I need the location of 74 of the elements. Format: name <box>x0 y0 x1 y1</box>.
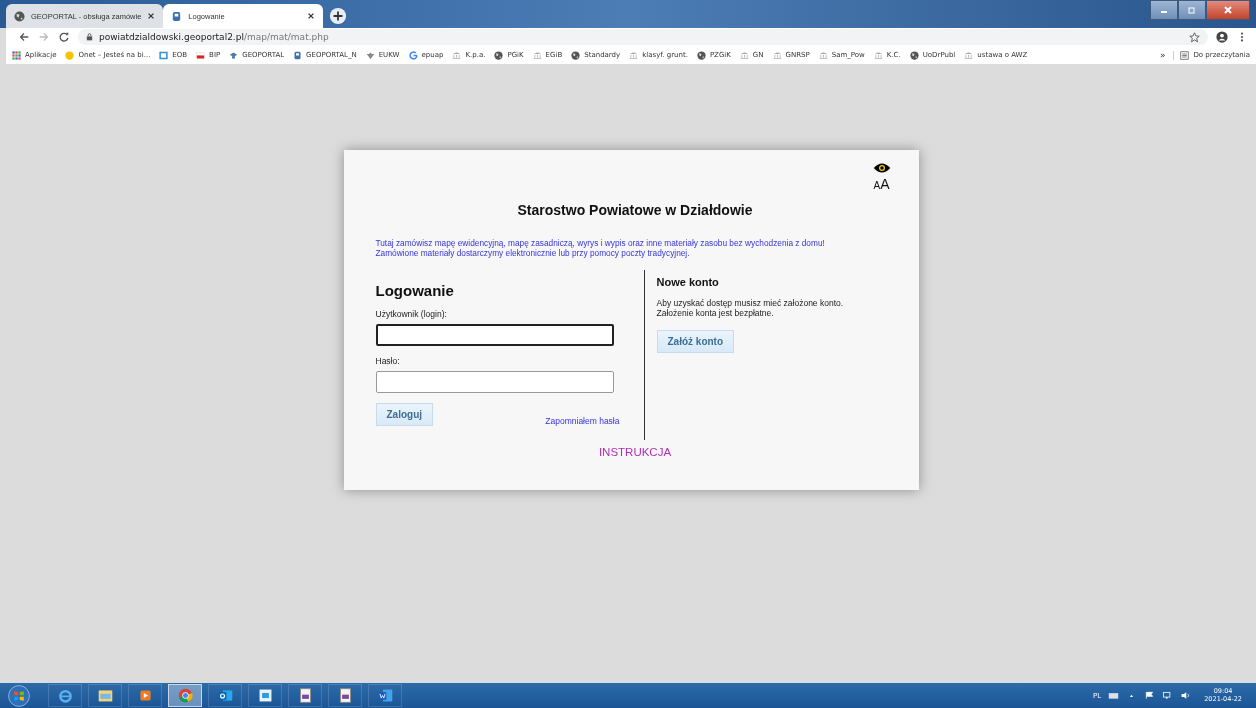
forgot-password-link[interactable]: Zapomniałem hasła <box>545 416 620 426</box>
close-icon[interactable] <box>147 12 156 20</box>
taskbar-app[interactable] <box>128 684 162 707</box>
network-icon[interactable] <box>1162 691 1174 700</box>
building-icon <box>818 50 828 60</box>
flag-icon[interactable] <box>1144 691 1156 700</box>
reload-icon[interactable] <box>58 31 70 43</box>
building-icon <box>772 50 782 60</box>
instructions-link[interactable]: INSTRUKCJA <box>598 446 672 458</box>
restore-button[interactable] <box>1178 0 1206 20</box>
profile-icon[interactable] <box>1216 31 1228 43</box>
url-text: powiatdzialdowski.geoportal2.pl/map/mat/mat.php <box>99 32 330 42</box>
w-logo-icon <box>376 687 394 704</box>
create-account-button[interactable]: Załóż konto <box>656 330 735 353</box>
eagle-icon <box>365 50 375 60</box>
building-icon <box>532 50 542 60</box>
square-icon <box>159 50 169 60</box>
lock-icon <box>86 33 93 41</box>
field-label: Użytkownik (login): <box>375 309 448 319</box>
close-icon[interactable] <box>307 12 316 20</box>
page-title: Starostwo Powiatowe w Działdowie <box>516 202 754 218</box>
speaker-icon[interactable] <box>1180 691 1192 700</box>
close-icon <box>1223 5 1233 15</box>
folder-icon <box>96 687 114 704</box>
building-icon <box>739 50 749 60</box>
browser-icon <box>176 687 194 704</box>
graduation-cap-icon <box>229 50 239 60</box>
register-text: Aby uzyskać dostęp musisz mieć założone konto. Założenie konta jest bezpłatne. <box>656 298 844 318</box>
mail-icon <box>216 687 234 704</box>
input-field[interactable] <box>375 371 614 393</box>
taskbar-app[interactable] <box>88 684 122 707</box>
eye-icon[interactable] <box>872 162 891 174</box>
address-field[interactable]: powiatdzialdowski.geoportal2.pl/map/mat/mat.php <box>78 29 1208 45</box>
register-heading: Nowe konto <box>656 276 720 288</box>
g-logo-icon <box>293 50 303 60</box>
g-letter-icon <box>408 50 418 60</box>
restore-icon <box>1187 5 1197 15</box>
font-size-toggle[interactable]: AA <box>873 176 890 192</box>
flag-icon <box>196 50 206 60</box>
close-window-button[interactable] <box>1206 0 1250 20</box>
e-logo-icon <box>56 687 74 704</box>
globe-icon <box>696 50 706 60</box>
login-button[interactable]: Zaloguj <box>375 403 434 426</box>
taskbar-app[interactable] <box>288 684 322 707</box>
building-icon <box>873 50 883 60</box>
globe-icon <box>571 50 581 60</box>
intro-text: Zamówione materiały dostarczymy elektronicznie lub przy pomocy poczty tradycyjnej. <box>375 248 691 258</box>
taskbar-app[interactable] <box>368 684 402 707</box>
minimize-button[interactable] <box>1150 0 1178 20</box>
taskbar-app[interactable] <box>248 684 282 707</box>
dot-icon <box>65 50 75 60</box>
taskbar-app[interactable] <box>168 684 202 707</box>
input-field[interactable] <box>375 324 614 346</box>
intro-text: Tutaj zamówisz mapę ewidencyjną, mapę zasadniczą, wyrys i wypis oraz inne materiały zasobu bez wychodzenia z domu! <box>375 238 826 248</box>
more-bookmarks-button[interactable]: » <box>1159 50 1166 60</box>
keyboard-icon[interactable] <box>1108 691 1120 700</box>
building-icon <box>964 50 974 60</box>
login-heading: Logowanie <box>375 282 455 299</box>
bookmark-star-icon[interactable] <box>1189 31 1200 43</box>
taskbar-app[interactable] <box>208 684 242 707</box>
taskbar-app[interactable] <box>328 684 362 707</box>
back-icon[interactable] <box>18 31 30 43</box>
new-tab-icon[interactable] <box>329 7 348 25</box>
globe-icon <box>909 50 919 60</box>
start-button[interactable] <box>6 683 32 708</box>
building-icon <box>629 50 639 60</box>
field-label: Hasło: <box>375 356 401 366</box>
taskbar-app[interactable] <box>48 684 82 707</box>
building-icon <box>452 50 462 60</box>
apps-grid-icon <box>12 50 21 60</box>
reading-list-icon <box>1180 50 1190 60</box>
globe-icon <box>494 50 504 60</box>
g-logo-icon <box>171 10 183 22</box>
globe-icon <box>14 10 25 22</box>
